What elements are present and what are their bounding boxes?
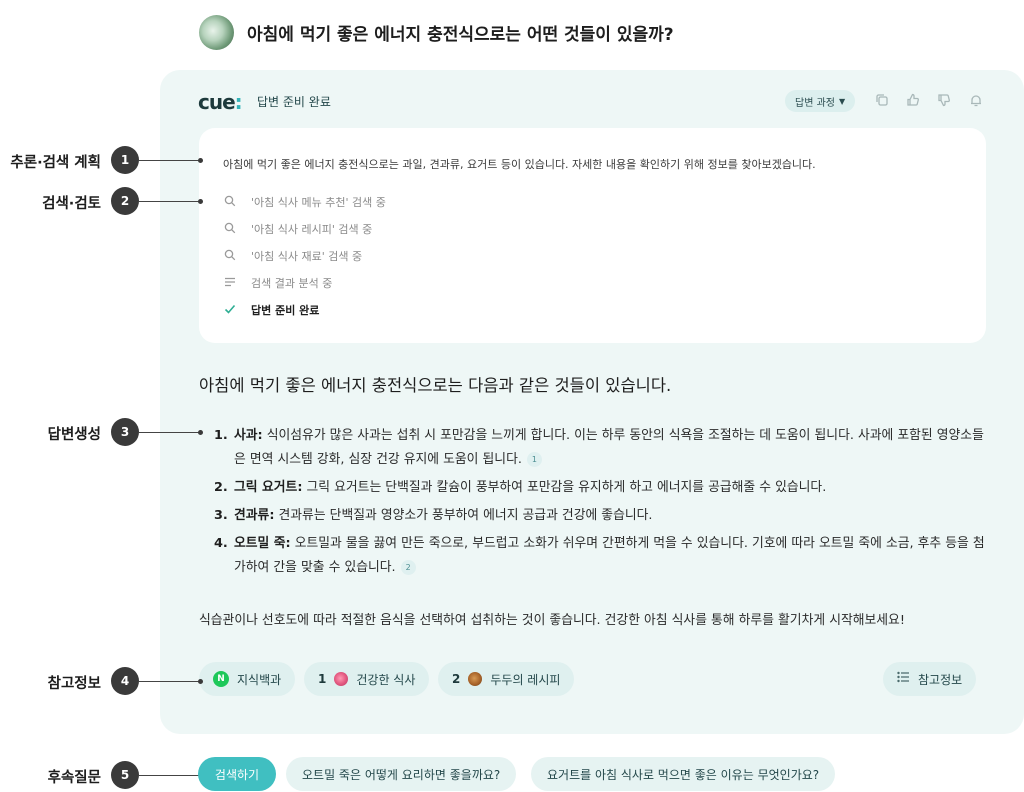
flower-thumbnail-icon [334,672,349,686]
annotation-label-1: 추론·검색 계획 [10,155,101,171]
annotation-badge-3: 3 [111,418,139,446]
annotation-label-4: 참고정보 [47,676,101,692]
reference-number: 2 [452,672,461,686]
thumbs-down-icon[interactable] [936,92,952,108]
reasoning-panel: 아침에 먹기 좋은 에너지 충전식으로는 과일, 견과류, 요거트 등이 있습니… [199,128,986,343]
bell-icon[interactable] [968,92,984,108]
user-avatar [199,15,234,50]
annotation-dot [198,158,203,163]
answer-process-button[interactable]: 답변 과정 ▼ [785,90,856,112]
annotation-badge-4: 4 [111,667,139,695]
reference-label: 지식백과 [237,672,282,687]
annotation-label-5: 후속질문 [47,770,101,786]
search-button[interactable]: 검색하기 [198,757,276,791]
copy-icon[interactable] [874,92,890,108]
search-step: '아침 식사 메뉴 추천' 검색 중 [223,194,386,210]
annotation-connector [139,160,199,161]
reasoning-plan: 아침에 먹기 좋은 에너지 충전식으로는 과일, 견과류, 요거트 등이 있습니… [223,158,816,171]
answer-card: cue: 답변 준비 완료 답변 과정 ▼ 아침에 먹기 좋은 에너지 충전식으… [160,70,1024,734]
list-icon [897,671,910,687]
search-icon [223,249,237,264]
list-item: 1. 사과: 식이섬유가 많은 사과는 섭취 시 포만감을 느끼게 합니다. 이는… [214,428,984,467]
annotation-badge-2: 2 [111,187,139,215]
cue-logo: cue: [198,90,243,114]
list-item: 2. 그릭 요거트: 그릭 요거트는 단백질과 칼슘이 풍부하여 포만감을 유지하… [214,480,827,495]
citation-badge[interactable]: 2 [400,560,416,575]
annotation-badge-5: 5 [111,761,139,789]
citation-badge[interactable]: 1 [526,452,542,467]
annotation-badge-1: 1 [111,146,139,174]
chevron-down-icon: ▼ [838,96,846,106]
search-icon [223,222,237,237]
annotation-connector [139,775,199,776]
followup-question[interactable]: 오트밀 죽은 어떻게 요리하면 좋을까요? [286,757,517,791]
search-step: '아침 식사 재료' 검색 중 [223,248,362,264]
reference-label: 건강한 식사 [356,672,416,687]
done-step: 답변 준비 완료 [223,302,319,318]
food-thumbnail-icon [468,672,483,686]
search-step: '아침 식사 레시피' 검색 중 [223,221,372,237]
list-item: 3. 견과류: 견과류는 단백질과 영양소가 풍부하여 에너지 공급과 건강에 좋… [214,508,653,523]
reference-chip[interactable]: 1 건강한 식사 [304,662,430,696]
references-button[interactable]: 참고정보 [883,662,977,696]
annotation-label-3: 답변생성 [47,427,101,443]
reference-label: 두두의 레시피 [490,672,561,687]
analysis-step: 검색 결과 분석 중 [223,275,332,291]
references-button-label: 참고정보 [918,672,963,687]
thumbs-up-icon[interactable] [905,92,921,108]
search-icon [223,195,237,210]
annotation-dot [198,679,203,684]
reference-chip[interactable]: 2 두두의 레시피 [438,662,575,696]
answer-closing: 식습관이나 선호도에 따라 적절한 음식을 선택하여 섭취하는 것이 좋습니다.… [199,613,905,628]
reference-number: 1 [318,672,327,686]
annotation-connector [139,432,199,433]
annotation-dot [198,199,203,204]
check-icon [223,303,237,318]
followup-question[interactable]: 요거트를 아침 식사로 먹으면 좋은 이유는 무엇인가요? [531,757,836,791]
reference-chip[interactable]: N 지식백과 [199,662,296,696]
annotation-dot [198,430,203,435]
answer-list: 1. 사과: 식이섬유가 많은 사과는 섭취 시 포만감을 느끼게 합니다. 이는… [214,424,989,584]
answer-title: 아침에 먹기 좋은 에너지 충전식으로는 다음과 같은 것들이 있습니다. [199,376,672,395]
answer-process-label: 답변 과정 [795,97,835,109]
annotation-connector [139,681,199,682]
lines-icon [223,276,237,291]
question-text: 아침에 먹기 좋은 에너지 충전식으로는 어떤 것들이 있을까? [247,25,674,45]
naver-n-icon: N [213,671,229,687]
list-item: 4. 오트밀 죽: 오트밀과 물을 끓여 만든 죽으로, 부드럽고 소화가 쉬우며… [214,536,985,575]
annotation-label-2: 검색·검토 [42,196,101,212]
annotation-connector [139,201,199,202]
answer-status: 답변 준비 완료 [257,95,331,109]
